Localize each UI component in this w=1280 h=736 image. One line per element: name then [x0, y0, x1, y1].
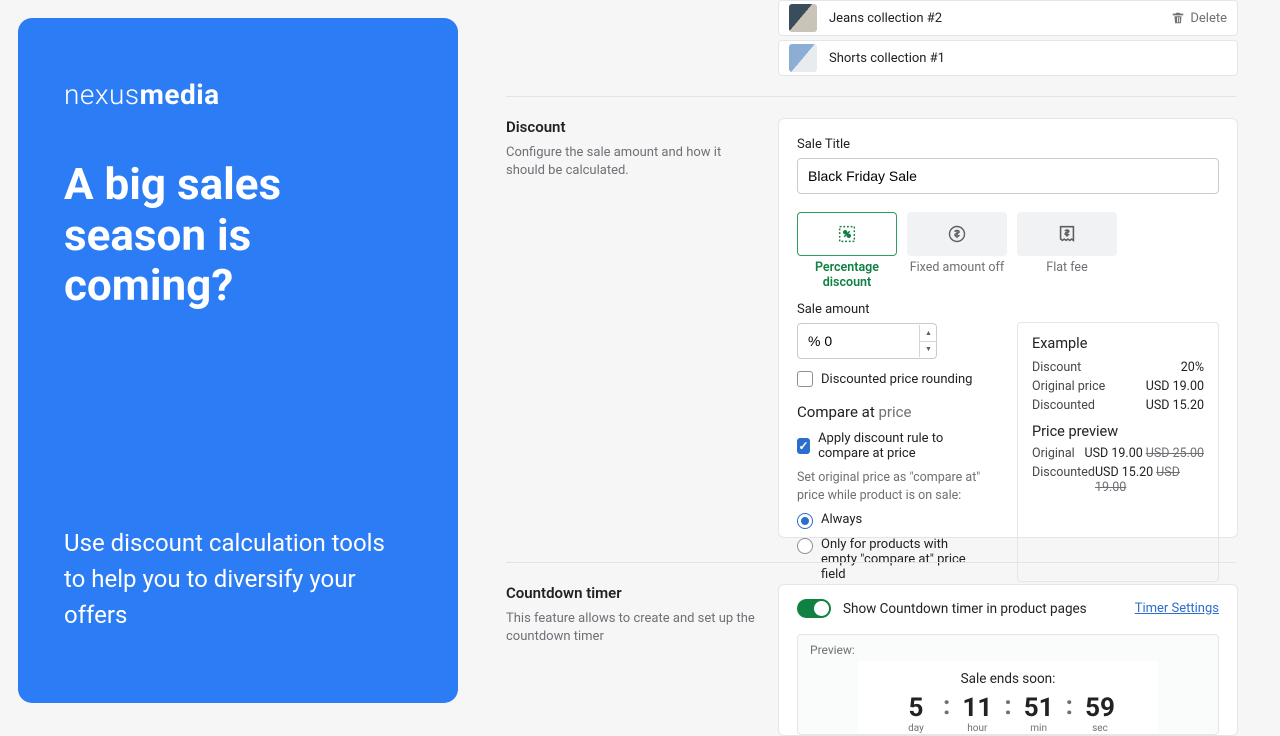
divider [506, 96, 1236, 97]
delete-button[interactable]: Delete [1171, 11, 1227, 26]
countdown-toggle-label: Show Countdown timer in product pages [843, 601, 1087, 617]
discount-type-percentage[interactable] [797, 212, 897, 256]
countdown-toggle[interactable] [797, 599, 831, 618]
countdown-message: Sale ends soon: [858, 671, 1158, 687]
preview-label: Preview: [810, 643, 1206, 657]
divider [506, 562, 1236, 563]
collections-list: Jeans collection #2 Delete Shorts collec… [778, 0, 1238, 80]
discount-card: Sale Title Percentage discount Fixed amo… [778, 118, 1238, 538]
radio-always[interactable] [797, 513, 813, 529]
apply-compare-checkbox[interactable] [797, 438, 810, 454]
promo-subtext: Use discount calculation tools to help y… [64, 525, 412, 633]
receipt-icon [1056, 224, 1078, 244]
type-label-percentage: Percentage discount [797, 260, 897, 290]
section-title: Discount [506, 118, 756, 136]
dollar-circle-icon [947, 224, 967, 244]
brand-text-bold: media [140, 78, 220, 111]
radio-always-label: Always [821, 512, 862, 527]
product-thumbnail [789, 44, 817, 72]
sale-title-label: Sale Title [797, 137, 1219, 152]
timer-hours: 11 [950, 693, 1004, 723]
sale-title-input[interactable] [797, 158, 1219, 194]
promo-headline: A big sales season is coming? [64, 159, 412, 311]
sale-amount-input[interactable] [797, 323, 937, 359]
timer-minutes: 51 [1012, 693, 1066, 723]
discount-type-flat[interactable] [1017, 212, 1117, 256]
trash-icon [1171, 11, 1185, 25]
list-item[interactable]: Jeans collection #2 Delete [778, 0, 1238, 36]
type-label-flat: Flat fee [1017, 260, 1117, 290]
product-thumbnail [789, 4, 817, 32]
brand-logo: nexusmedia [64, 78, 412, 111]
percentage-icon [836, 223, 858, 245]
section-description: Configure the sale amount and how it sho… [506, 144, 756, 180]
discount-type-fixed[interactable] [907, 212, 1007, 256]
type-label-fixed: Fixed amount off [907, 260, 1007, 290]
radio-empty-label: Only for products with empty "compare at… [821, 537, 971, 582]
stepper-up[interactable]: ▲ [920, 325, 937, 342]
promo-card: nexusmedia A big sales season is coming?… [18, 18, 458, 703]
delete-label: Delete [1190, 11, 1227, 26]
sale-amount-label: Sale amount [797, 302, 997, 317]
apply-compare-label: Apply discount rule to compare at price [818, 431, 997, 461]
product-name: Shorts collection #1 [829, 51, 945, 66]
compare-helper-text: Set original price as "compare at" price… [797, 469, 997, 504]
timer-seconds: 59 [1073, 693, 1127, 723]
discount-section-header: Discount Configure the sale amount and h… [506, 118, 756, 180]
example-box: Example Discount20% Original priceUSD 19… [1017, 322, 1219, 582]
rounding-checkbox[interactable] [797, 371, 813, 387]
compare-at-title: Compare at price [797, 403, 997, 421]
list-item[interactable]: Shorts collection #1 [778, 40, 1238, 76]
section-description: This feature allows to create and set up… [506, 610, 756, 646]
countdown-card: Show Countdown timer in product pages Ti… [778, 584, 1238, 736]
countdown-section-header: Countdown timer This feature allows to c… [506, 584, 756, 646]
product-name: Jeans collection #2 [829, 11, 942, 26]
rounding-label: Discounted price rounding [821, 372, 972, 387]
section-title: Countdown timer [506, 584, 756, 602]
radio-empty-only[interactable] [797, 538, 813, 554]
example-title: Example [1032, 335, 1204, 352]
brand-text-light: nexus [64, 78, 140, 111]
timer-settings-link[interactable]: Timer Settings [1135, 601, 1219, 616]
timer-days: 5 [889, 693, 943, 723]
stepper-down[interactable]: ▼ [920, 342, 937, 358]
price-preview-title: Price preview [1032, 423, 1204, 440]
